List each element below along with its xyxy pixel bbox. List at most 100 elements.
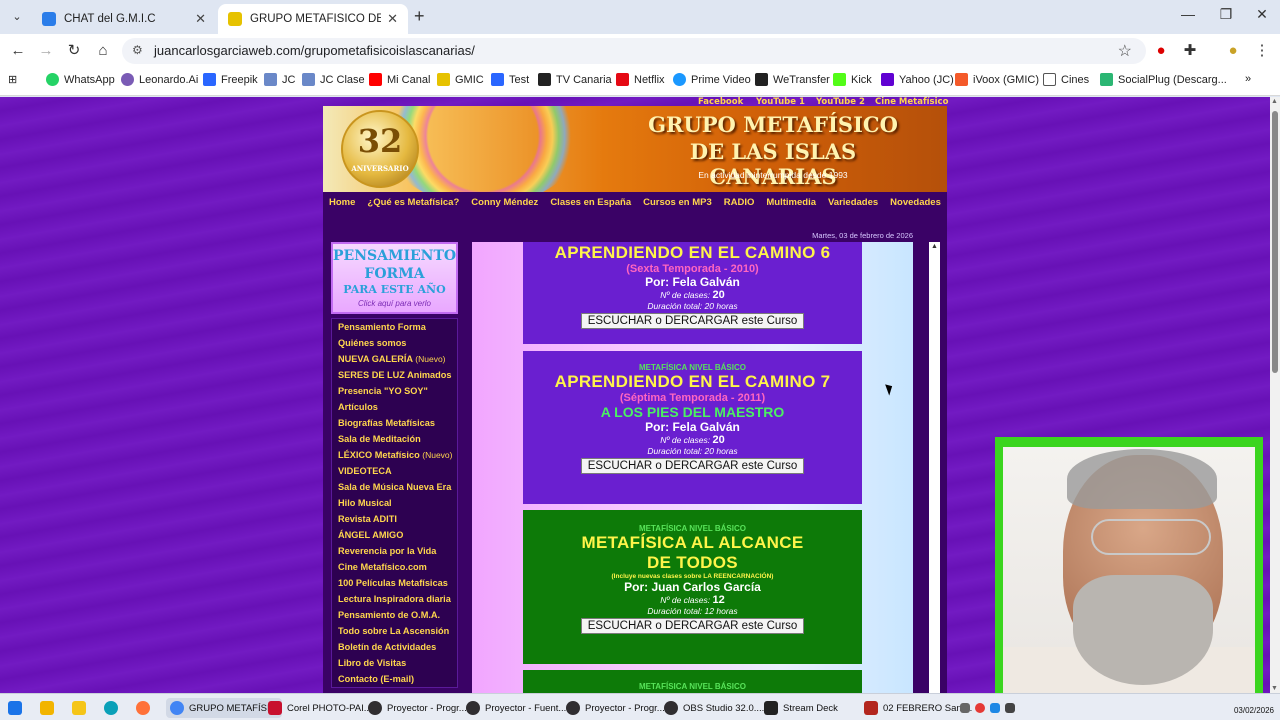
side-nav-item[interactable]: NUEVA GALERÍA (Nuevo) (332, 351, 457, 367)
bookmark-yahoo[interactable]: Yahoo (JC) (881, 73, 954, 86)
sticky-icon (40, 701, 54, 715)
bookmark-prime-video[interactable]: Prime Video (673, 73, 751, 86)
side-nav-item[interactable]: Todo sobre La Ascensión (332, 623, 457, 639)
side-nav-item[interactable]: Hilo Musical (332, 495, 457, 511)
bookmark-cines[interactable]: Cines (1043, 73, 1089, 86)
bookmark-tv-canaria[interactable]: TV Canaria (538, 73, 612, 86)
bookmark-whatsapp[interactable]: WhatsApp (46, 73, 115, 86)
side-nav-item[interactable]: Pensamiento de O.M.A. (332, 607, 457, 623)
taskbar-app-pdf[interactable]: 02 FEBRERO Sant... (864, 698, 972, 718)
new-tab-button[interactable]: + (414, 6, 425, 27)
extensions-icon[interactable]: ✚ (1180, 41, 1200, 61)
side-nav-item[interactable]: Reverencia por la Vida (332, 543, 457, 559)
scrollbar-thumb[interactable] (1272, 111, 1278, 373)
bookmark-netflix[interactable]: Netflix (616, 73, 665, 86)
taskbar-app-stream-deck[interactable]: Stream Deck (764, 698, 838, 718)
side-nav-item[interactable]: Pensamiento Forma (332, 319, 457, 335)
pensamiento-forma-banner[interactable]: PENSAMIENTO FORMA PARA ESTE AÑO Click aq… (331, 242, 458, 314)
taskbar-date[interactable]: 03/02/2026 (1234, 706, 1274, 715)
bookmark-kick[interactable]: Kick (833, 73, 872, 86)
side-nav-item[interactable]: VIDEOTECA (332, 463, 457, 479)
bookmark-socialplug[interactable]: SocialPlug (Descarg... (1100, 73, 1227, 86)
taskbar-app-proyector-2[interactable]: Proyector - Fuent... (466, 698, 566, 718)
more-bookmarks-icon[interactable]: » (1245, 73, 1251, 85)
forward-button[interactable]: → (36, 41, 56, 61)
bookmark-ivoox[interactable]: iVoox (GMIC) (955, 73, 1039, 86)
menu-clases-espana[interactable]: Clases en España (544, 197, 637, 208)
opera-extension-icon[interactable]: ● (1151, 41, 1171, 61)
menu-que-es-metafisica[interactable]: ¿Qué es Metafísica? (361, 197, 465, 208)
profile-avatar[interactable]: ● (1223, 41, 1243, 61)
minimize-button[interactable]: — (1168, 6, 1208, 22)
side-nav-item[interactable]: LÉXICO Metafísico (Nuevo) (332, 447, 457, 463)
side-nav-item[interactable]: Contacto (E-mail) (332, 671, 457, 687)
side-nav-item[interactable]: Libro de Visitas (332, 655, 457, 671)
menu-novedades[interactable]: Novedades (884, 197, 947, 208)
taskbar-app-obs[interactable]: OBS Studio 32.0.... (664, 698, 764, 718)
menu-home[interactable]: Home (323, 197, 361, 208)
site-banner[interactable]: 32 ANIVERSARIO GRUPO METAFÍSICO DE LAS I… (323, 106, 947, 192)
bookmark-jc[interactable]: JC (264, 73, 295, 86)
tab-grupo-metafisico[interactable]: GRUPO METAFÍSICO DE LAS ISLAS CANARIAS ✕ (218, 4, 408, 34)
home-button[interactable]: ⌂ (93, 41, 113, 61)
obs-icon (466, 701, 480, 715)
close-tab-icon[interactable]: ✕ (195, 11, 206, 27)
side-nav-item[interactable]: Revista ADITI (332, 511, 457, 527)
side-nav-item[interactable]: SERES DE LUZ Animados (332, 367, 457, 383)
test-icon (491, 73, 504, 86)
address-bar[interactable]: ⚙ juancarlosgarciaweb.com/grupometafisic… (122, 38, 1146, 64)
start-button[interactable] (8, 698, 27, 718)
tab-chat-gmic[interactable]: CHAT del G.M.I.C ✕ (32, 4, 216, 34)
menu-cursos-mp3[interactable]: Cursos en MP3 (637, 197, 718, 208)
bookmark-wetransfer[interactable]: WeTransfer (755, 73, 830, 86)
listen-download-button[interactable]: ESCUCHAR o DERCARGAR este Curso (580, 313, 805, 329)
side-nav-item[interactable]: Quiénes somos (332, 335, 457, 351)
taskbar-file-icon[interactable] (40, 698, 59, 718)
tab-search-icon[interactable]: ⌄ (8, 8, 26, 26)
side-nav: Pensamiento Forma Quiénes somos NUEVA GA… (331, 318, 458, 688)
bookmark-freepik[interactable]: Freepik (203, 73, 258, 86)
taskbar-app-proyector-1[interactable]: Proyector - Progr... (368, 698, 467, 718)
taskbar-app-proyector-3[interactable]: Proyector - Progr... (566, 698, 665, 718)
maximize-button[interactable]: ❐ (1206, 6, 1246, 23)
close-tab-icon[interactable]: ✕ (387, 11, 398, 27)
bookmark-mi-canal[interactable]: Mi Canal (369, 73, 430, 86)
taskbar-explorer-icon[interactable] (72, 698, 91, 718)
page-scrollbar[interactable]: ▲ ▼ (1270, 97, 1280, 693)
taskbar-edge-icon[interactable] (104, 698, 123, 718)
bookmark-gmic[interactable]: GMIC (437, 73, 484, 86)
menu-multimedia[interactable]: Multimedia (760, 197, 822, 208)
apps-grid-icon[interactable]: ⊞ (8, 73, 17, 86)
reload-button[interactable]: ↻ (64, 41, 84, 61)
side-nav-item[interactable]: ÁNGEL AMIGO (332, 527, 457, 543)
taskbar-app-chrome[interactable]: GRUPO METAFÍSI... (166, 698, 282, 718)
menu-radio[interactable]: RADIO (718, 197, 761, 208)
side-nav-item[interactable]: Sala de Meditación (332, 431, 457, 447)
side-nav-item[interactable]: Biografías Metafísicas (332, 415, 457, 431)
side-nav-item[interactable]: Lectura Inspiradora diaria (332, 591, 457, 607)
bookmark-star-icon[interactable]: ☆ (1118, 41, 1132, 61)
site-info-icon[interactable]: ⚙ (132, 43, 143, 57)
folder-icon (72, 701, 86, 715)
side-nav-item[interactable]: Boletín de Actividades (332, 639, 457, 655)
obs-icon (664, 701, 678, 715)
side-nav-item[interactable]: Cine Metafísico.com (332, 559, 457, 575)
side-nav-item[interactable]: Artículos (332, 399, 457, 415)
listen-download-button[interactable]: ESCUCHAR o DERCARGAR este Curso (580, 458, 805, 474)
taskbar-firefox-icon[interactable] (136, 698, 155, 718)
side-nav-item[interactable]: Presencia "YO SOY" (332, 383, 457, 399)
bookmark-test[interactable]: Test (491, 73, 529, 86)
menu-kebab-icon[interactable]: ⋮ (1252, 41, 1272, 61)
back-button[interactable]: ← (8, 41, 28, 61)
listen-download-button[interactable]: ESCUCHAR o DERCARGAR este Curso (580, 618, 805, 634)
side-nav-item[interactable]: Sala de Música Nueva Era (332, 479, 457, 495)
side-nav-item[interactable]: 100 Películas Metafísicas (332, 575, 457, 591)
menu-conny-mendez[interactable]: Conny Méndez (465, 197, 544, 208)
taskbar-app-corel[interactable]: Corel PHOTO-PAI... (268, 698, 372, 718)
menu-variedades[interactable]: Variedades (822, 197, 884, 208)
bookmark-leonardo[interactable]: Leonardo.Ai (121, 73, 198, 86)
system-tray[interactable] (960, 698, 1020, 718)
bookmark-jc-clase[interactable]: JC Clase (302, 73, 365, 86)
inner-scrollbar[interactable]: ▲ (929, 242, 940, 693)
close-window-button[interactable]: ✕ (1242, 6, 1280, 23)
